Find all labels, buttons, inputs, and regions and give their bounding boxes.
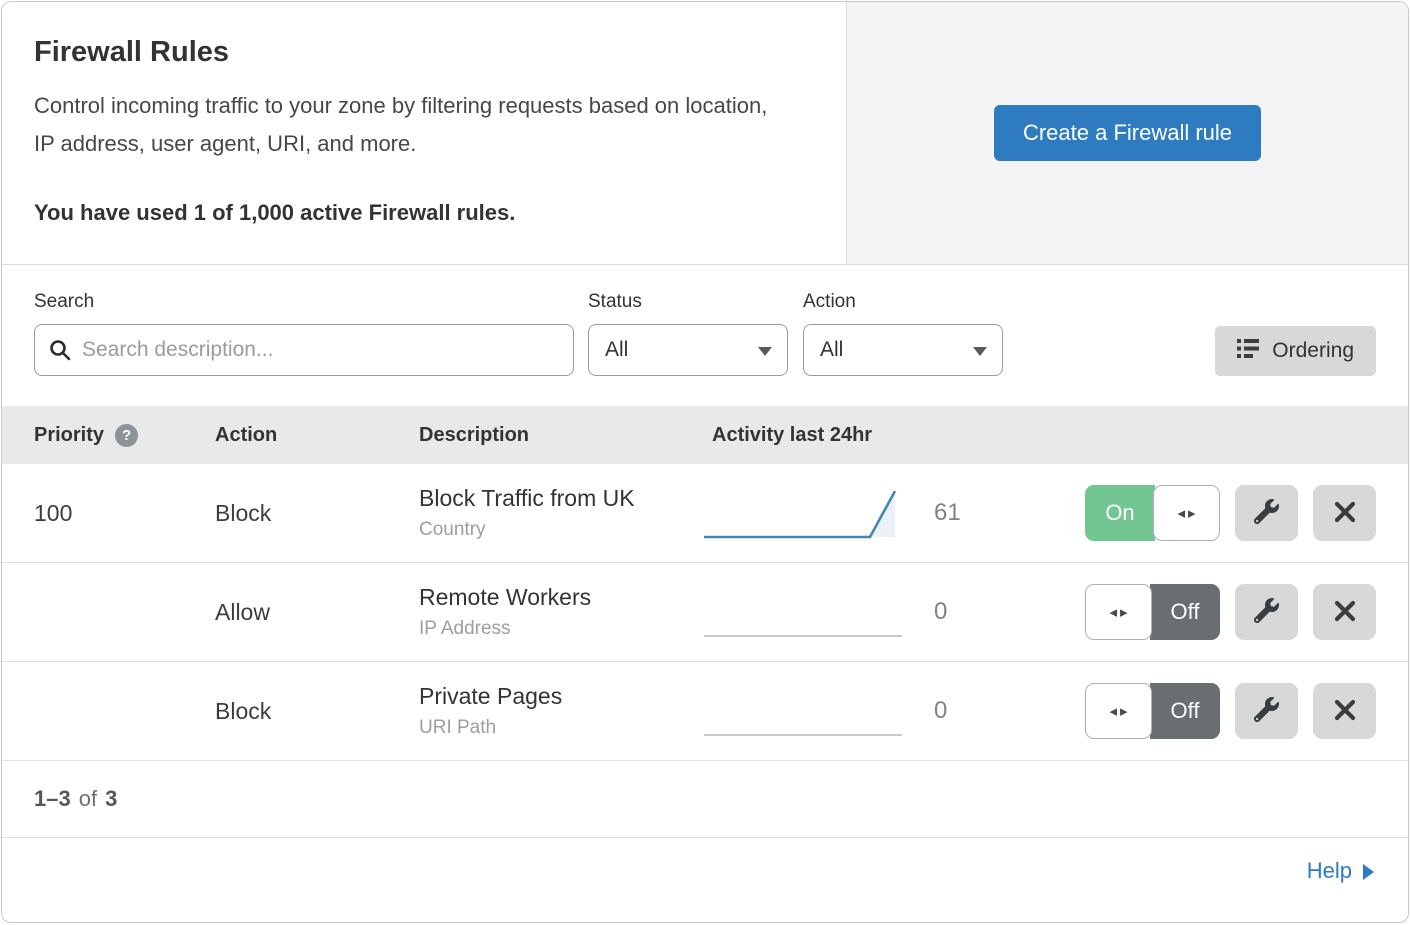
status-selected-value: All: [605, 338, 628, 362]
page-description: Control incoming traffic to your zone by…: [34, 87, 786, 164]
table-row: 100 Block Block Traffic from UK Country …: [2, 464, 1408, 563]
chevron-down-icon: [973, 347, 987, 356]
right-triangle-icon: [1363, 864, 1374, 880]
action-selected-value: All: [820, 338, 843, 362]
action-label: Action: [803, 291, 1003, 313]
search-icon: [48, 338, 72, 367]
rule-controls: On ◂▸: [992, 485, 1376, 541]
activity-sparkline: [702, 675, 912, 747]
help-link[interactable]: Help: [1307, 858, 1374, 884]
ordering-button[interactable]: Ordering: [1215, 326, 1376, 376]
delete-rule-button[interactable]: [1313, 584, 1376, 640]
rule-action: Allow: [215, 599, 419, 626]
activity-sparkline: [702, 477, 912, 549]
rule-description-cell: Remote Workers IP Address: [419, 584, 702, 640]
rule-match-type: IP Address: [419, 618, 702, 640]
toggle-handle: ◂▸: [1085, 584, 1152, 640]
activity-count: 61: [912, 499, 992, 527]
page-header: Firewall Rules Control incoming traffic …: [2, 2, 1408, 265]
column-header-activity: Activity last 24hr: [702, 424, 992, 447]
pagination-summary: 1–3 of 3: [2, 761, 1408, 838]
rule-controls: ◂▸ Off: [992, 683, 1376, 739]
rule-enable-toggle[interactable]: On ◂▸: [1085, 485, 1220, 541]
x-icon: [1334, 600, 1356, 625]
left-right-arrows-icon: ◂▸: [1106, 603, 1130, 621]
activity-sparkline: [702, 576, 912, 648]
rule-action: Block: [215, 698, 419, 725]
rule-enable-toggle[interactable]: ◂▸ Off: [1085, 683, 1220, 739]
firewall-rules-card: Firewall Rules Control incoming traffic …: [1, 1, 1409, 923]
x-icon: [1334, 501, 1356, 526]
delete-rule-button[interactable]: [1313, 683, 1376, 739]
toggle-handle: ◂▸: [1085, 683, 1152, 739]
search-input[interactable]: [34, 324, 574, 376]
pagination-range: 1–3: [34, 786, 71, 812]
edit-rule-button[interactable]: [1235, 485, 1298, 541]
filter-bar: Search Status All Action All: [2, 265, 1408, 406]
delete-rule-button[interactable]: [1313, 485, 1376, 541]
pagination-total: 3: [105, 786, 117, 812]
ordered-list-icon: [1237, 339, 1259, 364]
toggle-off-label: Off: [1150, 584, 1220, 640]
status-filter-group: Status All: [588, 291, 803, 376]
rule-controls: ◂▸ Off: [992, 584, 1376, 640]
edit-rule-button[interactable]: [1235, 683, 1298, 739]
rule-description-cell: Private Pages URI Path: [419, 683, 702, 739]
rule-match-type: Country: [419, 519, 702, 541]
rule-action: Block: [215, 500, 419, 527]
wrench-icon: [1254, 499, 1279, 527]
column-header-description: Description: [419, 424, 702, 447]
rule-match-type: URI Path: [419, 717, 702, 739]
create-firewall-rule-button[interactable]: Create a Firewall rule: [994, 105, 1261, 161]
rule-enable-toggle[interactable]: ◂▸ Off: [1085, 584, 1220, 640]
edit-rule-button[interactable]: [1235, 584, 1298, 640]
action-filter-group: Action All: [803, 291, 1003, 376]
toggle-on-label: On: [1085, 485, 1155, 541]
search-label: Search: [34, 291, 588, 313]
usage-note: You have used 1 of 1,000 active Firewall…: [34, 200, 786, 226]
wrench-icon: [1254, 697, 1279, 725]
status-select[interactable]: All: [588, 324, 788, 376]
header-text-panel: Firewall Rules Control incoming traffic …: [2, 2, 847, 264]
pagination-of: of: [79, 786, 97, 812]
toggle-handle: ◂▸: [1153, 485, 1220, 541]
table-row: Block Private Pages URI Path 0 ◂▸ Off: [2, 662, 1408, 761]
search-group: Search: [34, 291, 588, 376]
activity-count: 0: [912, 697, 992, 725]
page-title: Firewall Rules: [34, 36, 786, 69]
status-label: Status: [588, 291, 803, 313]
rule-description: Remote Workers: [419, 584, 702, 611]
ordering-button-label: Ordering: [1272, 339, 1354, 363]
chevron-down-icon: [758, 347, 772, 356]
activity-count: 0: [912, 598, 992, 626]
rule-description: Block Traffic from UK: [419, 485, 702, 512]
search-field-wrap: [34, 324, 574, 376]
action-select[interactable]: All: [803, 324, 1003, 376]
rule-priority: 100: [34, 500, 215, 527]
wrench-icon: [1254, 598, 1279, 626]
rule-description: Private Pages: [419, 683, 702, 710]
table-row: Allow Remote Workers IP Address 0 ◂▸ Off: [2, 563, 1408, 662]
x-icon: [1334, 699, 1356, 724]
left-right-arrows-icon: ◂▸: [1106, 702, 1130, 720]
rule-description-cell: Block Traffic from UK Country: [419, 485, 702, 541]
help-bar: Help: [2, 838, 1408, 904]
header-action-panel: Create a Firewall rule: [847, 2, 1408, 264]
left-right-arrows-icon: ◂▸: [1174, 504, 1198, 522]
question-mark-icon[interactable]: ?: [115, 424, 138, 447]
column-header-action: Action: [215, 424, 419, 447]
table-header: Priority ? Action Description Activity l…: [2, 406, 1408, 464]
help-link-label: Help: [1307, 858, 1352, 884]
column-header-priority: Priority ?: [34, 424, 215, 447]
toggle-off-label: Off: [1150, 683, 1220, 739]
